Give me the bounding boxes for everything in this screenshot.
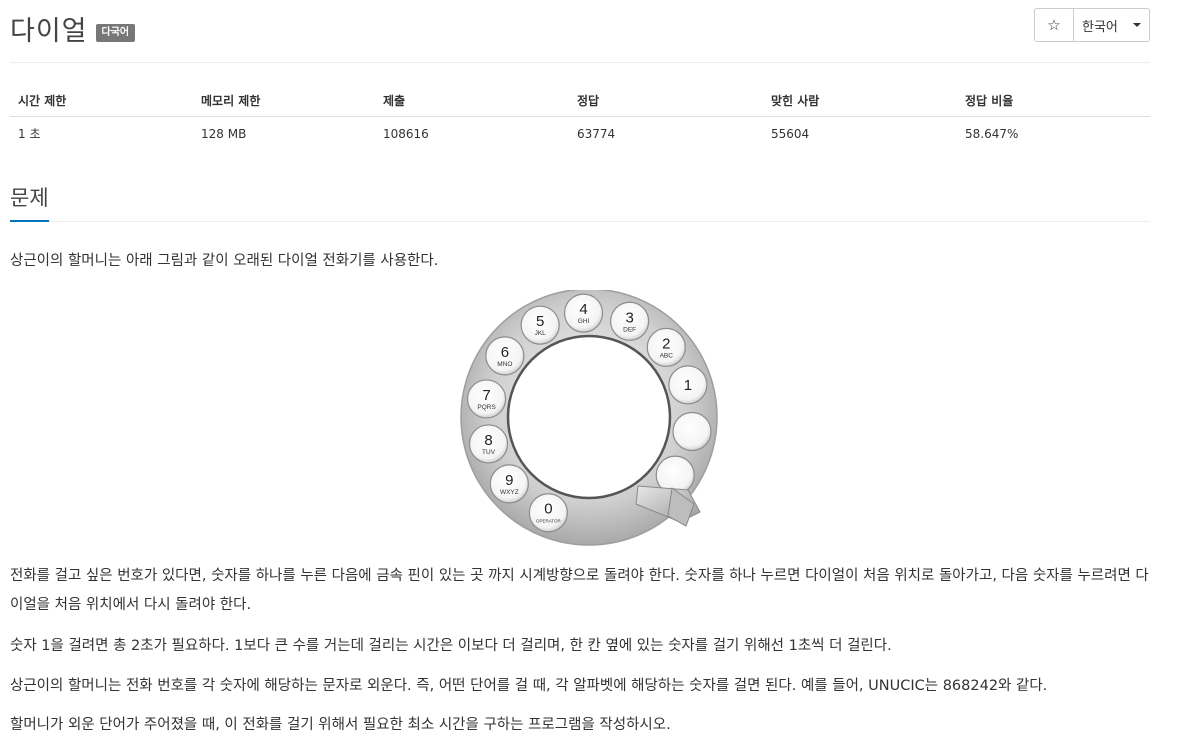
- rotary-dial-image: 1 2 ABC 3 DEF 4 GHI 5 JKL 6 MNO 7 PQRS 8 TUV 9 WXYZ 0 OPER…: [450, 288, 732, 550]
- dial-hole-3: 3DEF: [610, 301, 650, 341]
- dial-digit-label: 4: [579, 301, 587, 318]
- dial-digit-label: 8: [484, 432, 492, 449]
- table-row: 1 초 128 MB 108616 63774 55604 58.647%: [10, 117, 1150, 150]
- dial-letters-label: ABC: [660, 352, 674, 359]
- dial-digit-label: 1: [684, 377, 692, 394]
- dial-center: [506, 334, 672, 500]
- submissions-value: 108616: [383, 126, 429, 141]
- problem-intro: 상근이의 할머니는 아래 그림과 같이 오래된 다이얼 전화기를 사용한다.: [10, 253, 439, 269]
- problem-section-header: 문제: [10, 184, 1150, 222]
- dial-letters-label: TUV: [482, 449, 496, 456]
- dial-digit-label: 6: [501, 344, 509, 361]
- dial-hole-9: 9WXYZ: [489, 464, 529, 504]
- header-time-limit: 시간 제한: [18, 93, 67, 108]
- language-label: 한국어: [1082, 19, 1118, 35]
- header-button-group: ☆ 한국어: [1034, 8, 1150, 42]
- star-icon: ☆: [1047, 16, 1061, 34]
- dial-letters-label: DEF: [623, 326, 636, 333]
- dial-hole-4: 4GHI: [563, 293, 604, 333]
- multilingual-badge: 다국어: [95, 24, 136, 42]
- dial-hole-6: 6MNO: [485, 336, 525, 376]
- header-ratio: 정답 비율: [965, 93, 1014, 108]
- problem-paragraph-4: 할머니가 외운 단어가 주어졌을 때, 이 전화를 걸기 위해서 필요한 최소 …: [10, 717, 671, 733]
- title-row: 다이얼 다국어: [10, 8, 136, 48]
- dial-digit-label: 0: [544, 501, 552, 518]
- dial-letters-label: GHI: [578, 318, 590, 325]
- header-accepted: 정답: [577, 93, 600, 108]
- accepted-value: 63774: [577, 126, 616, 141]
- dial-letters-label: MNO: [497, 361, 512, 368]
- dial-letters-label: JKL: [535, 330, 547, 337]
- dial-hole-5: 5JKL: [520, 305, 560, 345]
- dial-hole-8: 8TUV: [468, 424, 509, 464]
- header-memory-limit: 메모리 제한: [201, 93, 261, 108]
- dial-letters-label: OPERATOR: [536, 519, 562, 524]
- dial-digit-label: 5: [536, 313, 544, 330]
- dial-hole-2: 2ABC: [646, 327, 686, 368]
- memory-limit-value: 128 MB: [201, 126, 247, 141]
- page-title: 다이얼: [10, 15, 88, 47]
- time-limit-value: 1 초: [18, 127, 41, 141]
- dial-digit-label: 2: [662, 335, 670, 352]
- solvers-value: 55604: [771, 126, 810, 141]
- header-submissions: 제출: [383, 93, 406, 108]
- section-title: 문제: [10, 184, 49, 222]
- dial-digit-label: 7: [482, 387, 490, 404]
- dial-hole-0: 0OPERATOR: [528, 493, 568, 533]
- star-button[interactable]: ☆: [1034, 8, 1074, 42]
- rotary-dial-graphic: 12ABC3DEF4GHI5JKL6MNO7PQRS8TUV9WXYZ0OPER…: [460, 288, 718, 546]
- dial-hole-1: 1: [668, 365, 708, 405]
- header-solvers: 맞힌 사람: [771, 93, 820, 108]
- dial-digit-label: 9: [505, 472, 513, 489]
- dial-hole-7: 7PQRS: [466, 379, 507, 419]
- language-dropdown[interactable]: 한국어: [1074, 8, 1150, 42]
- problem-paragraph-1: 전화를 걸고 싶은 번호가 있다면, 숫자를 하나를 누른 다음에 금속 핀이 …: [10, 568, 1149, 613]
- problem-paragraph-3: 상근이의 할머니는 전화 번호를 각 숫자에 해당하는 문자로 외운다. 즉, …: [10, 678, 1048, 694]
- problem-paragraph-2: 숫자 1을 걸려면 총 2초가 필요하다. 1보다 큰 수를 거는데 걸리는 시…: [10, 638, 892, 654]
- dial-digit-label: 3: [625, 309, 633, 326]
- caret-down-icon: [1133, 23, 1141, 27]
- divider: [10, 62, 1150, 63]
- dial-hole-blank: [672, 411, 712, 452]
- table-header-row: 시간 제한 메모리 제한 제출 정답 맞힌 사람 정답 비율: [10, 84, 1150, 117]
- problem-info-table: 시간 제한 메모리 제한 제출 정답 맞힌 사람 정답 비율 1 초 128 M…: [10, 84, 1150, 150]
- dial-letters-label: PQRS: [477, 404, 496, 411]
- ratio-value: 58.647%: [965, 126, 1019, 141]
- dial-letters-label: WXYZ: [500, 489, 519, 496]
